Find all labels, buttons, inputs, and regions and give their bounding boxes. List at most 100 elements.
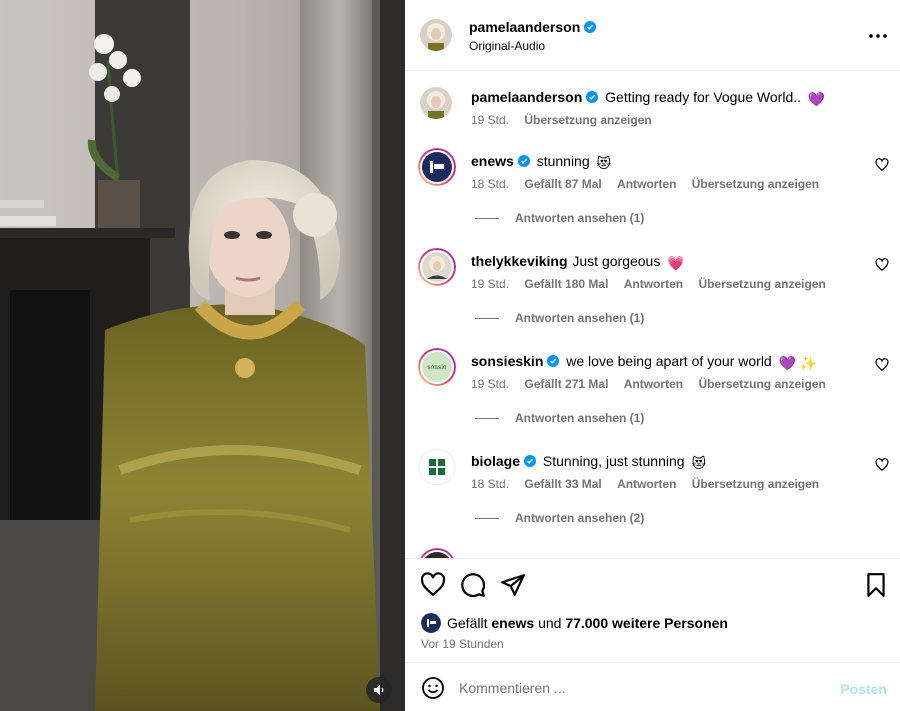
comment-avatar[interactable] bbox=[418, 148, 456, 186]
reply-button[interactable]: Antworten bbox=[617, 177, 676, 191]
like-heart-icon[interactable] bbox=[420, 572, 446, 598]
comment-bubble-icon[interactable] bbox=[460, 572, 486, 598]
caption-time: 19 Std. bbox=[471, 113, 510, 127]
enews-logo-icon bbox=[418, 148, 456, 186]
comment-heart-icon[interactable] bbox=[875, 358, 889, 372]
liker-avatar[interactable] bbox=[421, 613, 441, 633]
portrait-avatar-icon bbox=[420, 87, 452, 119]
view-replies-label[interactable]: Antworten ansehen (1) bbox=[515, 211, 644, 225]
comment-text: enews stunning 😻 bbox=[471, 152, 611, 172]
view-replies-label[interactable]: Antworten ansehen (1) bbox=[515, 311, 644, 325]
replies-divider bbox=[475, 417, 499, 419]
reply-button[interactable]: Antworten bbox=[624, 377, 683, 391]
comment-username[interactable]: biolage bbox=[471, 453, 520, 469]
comment-time: 18 Std. bbox=[471, 177, 510, 191]
view-replies-button[interactable]: Antworten ansehen (1) bbox=[475, 411, 644, 425]
sonsie-logo-icon: sonsie bbox=[418, 348, 456, 386]
reply-button[interactable]: Antworten bbox=[624, 277, 683, 291]
verified-badge-icon bbox=[547, 355, 560, 367]
view-replies-label[interactable]: Antworten ansehen (2) bbox=[515, 511, 644, 525]
comment-username[interactable]: enews bbox=[471, 153, 514, 169]
comment-username[interactable]: sonsieskin bbox=[471, 353, 543, 369]
comment-time: 19 Std. bbox=[471, 277, 510, 291]
comment-time: 18 Std. bbox=[471, 477, 510, 491]
comment-username[interactable]: thelykkeviking bbox=[471, 253, 568, 269]
likes-count[interactable]: 77.000 weitere Personen bbox=[565, 615, 728, 631]
comment-heart-icon[interactable] bbox=[875, 158, 889, 172]
author-username[interactable]: pamelaanderson bbox=[469, 19, 597, 35]
comment-heart-icon[interactable] bbox=[875, 258, 889, 272]
comment-text: biolage Stunning, just stunning 😻 bbox=[471, 452, 706, 472]
likes-first-user[interactable]: enews bbox=[491, 615, 534, 631]
caption-body: Getting ready for Vogue World.. bbox=[605, 89, 802, 105]
comment-likes[interactable]: Gefällt 33 Mal bbox=[524, 477, 601, 491]
avatar-icon bbox=[420, 548, 454, 558]
view-replies-button[interactable]: Antworten ansehen (1) bbox=[475, 311, 644, 325]
verified-badge-icon bbox=[584, 21, 597, 33]
comment-heart-icon[interactable] bbox=[875, 458, 889, 472]
audio-label[interactable]: Original-Audio bbox=[469, 39, 545, 53]
post-media[interactable] bbox=[0, 0, 405, 711]
mute-toggle-button[interactable] bbox=[366, 677, 392, 703]
comments-list[interactable]: pamelaanderson Getting ready for Vogue W… bbox=[405, 72, 900, 558]
likes-prefix: Gefällt bbox=[447, 615, 488, 631]
heart-eyes-cat-emoji: 😻 bbox=[691, 455, 707, 471]
comment-input[interactable] bbox=[459, 673, 829, 703]
comment-meta: 18 Std. Gefällt 87 Mal Antworten Überset… bbox=[471, 177, 831, 191]
likes-summary[interactable]: Gefällt enews und 77.000 weitere Persone… bbox=[421, 613, 728, 633]
translate-link[interactable]: Übersetzung anzeigen bbox=[692, 477, 819, 491]
comment-meta: 18 Std. Gefällt 33 Mal Antworten Überset… bbox=[471, 477, 831, 491]
comment-likes[interactable]: Gefällt 271 Mal bbox=[524, 377, 608, 391]
view-replies-label[interactable]: Antworten ansehen (1) bbox=[515, 411, 644, 425]
biolage-logo-icon bbox=[418, 448, 456, 486]
caption-author-avatar[interactable] bbox=[420, 87, 452, 119]
comment-likes[interactable]: Gefällt 180 Mal bbox=[524, 277, 608, 291]
post-detail-panel: pamelaanderson Original-Audio pamelaande… bbox=[405, 0, 900, 711]
post-comment-button[interactable]: Posten bbox=[840, 681, 887, 697]
post-timestamp[interactable]: Vor 19 Stunden bbox=[421, 637, 504, 651]
view-replies-button[interactable]: Antworten ansehen (1) bbox=[475, 211, 644, 225]
likes-middle: und bbox=[538, 615, 562, 631]
comment-time: 19 Std. bbox=[471, 377, 510, 391]
enews-logo-icon bbox=[421, 613, 441, 633]
save-bookmark-icon[interactable] bbox=[863, 572, 889, 598]
comment-body: Just gorgeous bbox=[572, 253, 661, 269]
comment-avatar[interactable] bbox=[418, 248, 456, 286]
replies-divider bbox=[475, 517, 499, 519]
post-header: pamelaanderson Original-Audio bbox=[405, 0, 900, 71]
post-actions: Gefällt enews und 77.000 weitere Persone… bbox=[405, 558, 900, 663]
caption-username[interactable]: pamelaanderson bbox=[471, 89, 582, 105]
comment-body: we love being apart of your world bbox=[566, 353, 772, 369]
verified-badge-icon bbox=[586, 91, 599, 103]
comment-body: stunning bbox=[536, 153, 590, 169]
heart-sparkles-emoji: 💜 ✨ bbox=[778, 355, 818, 371]
translate-link[interactable]: Übersetzung anzeigen bbox=[692, 177, 819, 191]
author-avatar[interactable] bbox=[420, 19, 452, 51]
comment-avatar[interactable] bbox=[418, 448, 456, 486]
emoji-smiley-icon[interactable] bbox=[421, 676, 445, 700]
share-paper-plane-icon[interactable] bbox=[500, 572, 526, 598]
more-horizontal-icon bbox=[869, 34, 887, 38]
more-options-button[interactable] bbox=[866, 26, 890, 46]
comment-body: Stunning, just stunning bbox=[542, 453, 685, 469]
heart-eyes-cat-emoji: 😻 bbox=[596, 155, 612, 171]
verified-badge-icon bbox=[517, 155, 530, 167]
pink-heart-emoji: 💗 bbox=[667, 255, 685, 271]
portrait-avatar-icon bbox=[420, 19, 452, 51]
caption-translate-link[interactable]: Übersetzung anzeigen bbox=[524, 113, 651, 127]
reply-button[interactable]: Antworten bbox=[617, 477, 676, 491]
speaker-icon bbox=[374, 685, 384, 695]
comment-likes[interactable]: Gefällt 87 Mal bbox=[524, 177, 601, 191]
comment-meta: 19 Std. Gefällt 271 Mal Antworten Überse… bbox=[471, 377, 838, 391]
purple-heart-emoji: 💜 bbox=[807, 91, 826, 107]
comment-text: thelykkeviking Just gorgeous 💗 bbox=[471, 252, 685, 272]
portrait-avatar-icon bbox=[418, 248, 456, 286]
comment-meta: 19 Std. Gefällt 180 Mal Antworten Überse… bbox=[471, 277, 838, 291]
view-replies-button[interactable]: Antworten ansehen (2) bbox=[475, 511, 644, 525]
translate-link[interactable]: Übersetzung anzeigen bbox=[698, 377, 825, 391]
translate-link[interactable]: Übersetzung anzeigen bbox=[698, 277, 825, 291]
replies-divider bbox=[475, 217, 499, 219]
comment-avatar[interactable] bbox=[418, 548, 456, 558]
replies-divider bbox=[475, 317, 499, 319]
comment-avatar[interactable]: sonsie bbox=[418, 348, 456, 386]
